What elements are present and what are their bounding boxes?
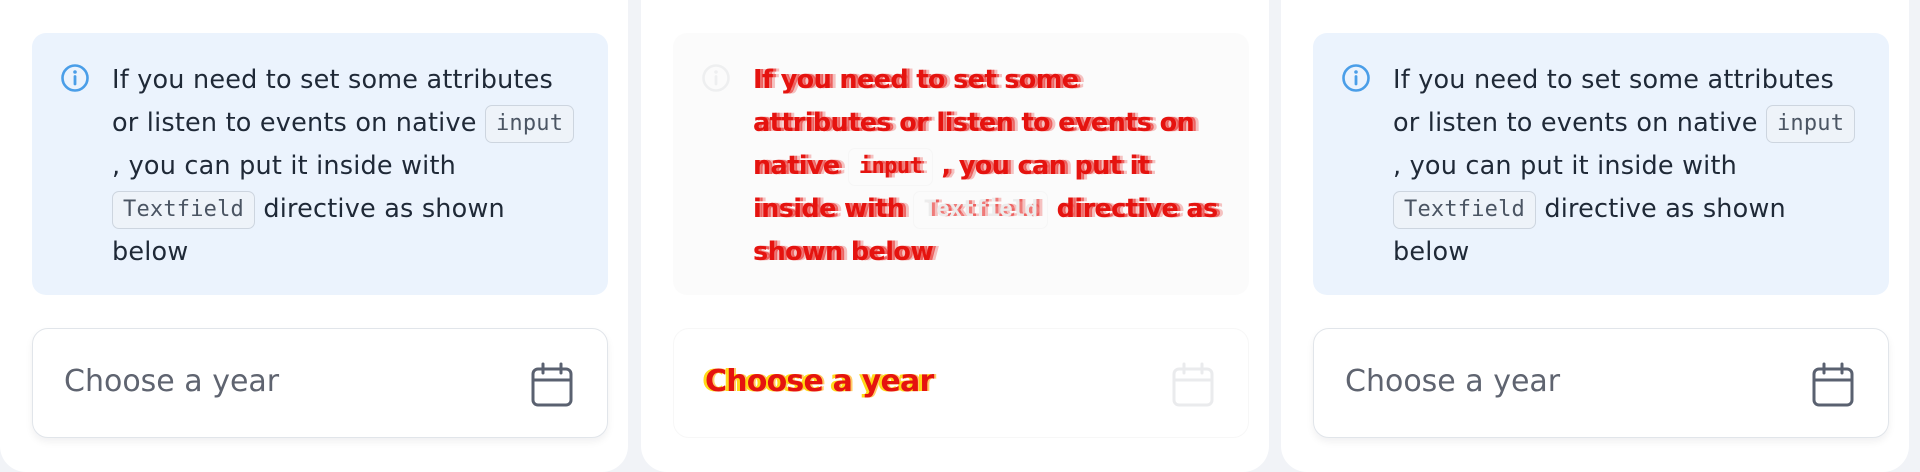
year-picker-field[interactable]: Choose a year xyxy=(1313,328,1889,438)
code-textfield: Textfield xyxy=(112,191,256,229)
year-picker-field[interactable]: Choose a year xyxy=(32,328,608,438)
calendar-icon[interactable] xyxy=(530,362,574,408)
code-textfield: Textfield xyxy=(1393,191,1537,229)
info-text: If you need to set some attributes or li… xyxy=(1393,59,1861,274)
code-input: input xyxy=(1765,105,1856,143)
info-circle-icon xyxy=(61,64,89,92)
info-text: If you need to set some attributes or li… xyxy=(753,59,1221,274)
code-textfield: Textfield xyxy=(912,191,1049,229)
info-text: If you need to set some attributes or li… xyxy=(112,59,580,274)
year-placeholder: Choose a year xyxy=(1345,364,1561,399)
year-placeholder: Choose a year xyxy=(705,364,934,399)
info-circle-icon xyxy=(1342,64,1370,92)
calendar-icon[interactable] xyxy=(1811,362,1855,408)
info-callout: If you need to set some attributes or li… xyxy=(673,33,1249,295)
code-input: input xyxy=(847,148,934,186)
info-circle-icon xyxy=(702,64,730,92)
example-panel-1: If you need to set some attributes or li… xyxy=(0,0,628,472)
year-picker-field[interactable]: Choose a year xyxy=(673,328,1249,438)
example-panel-3: If you need to set some attributes or li… xyxy=(1281,0,1909,472)
calendar-icon[interactable] xyxy=(1171,362,1215,408)
info-text-part: , you can put it inside with xyxy=(112,151,457,181)
info-callout: If you need to set some attributes or li… xyxy=(1313,33,1889,295)
info-text-part: , you can put it inside with xyxy=(1393,151,1738,181)
example-panel-2: If you need to set some attributes or li… xyxy=(641,0,1269,472)
year-placeholder: Choose a year xyxy=(64,364,280,399)
info-callout: If you need to set some attributes or li… xyxy=(32,33,608,295)
code-input: input xyxy=(484,105,575,143)
